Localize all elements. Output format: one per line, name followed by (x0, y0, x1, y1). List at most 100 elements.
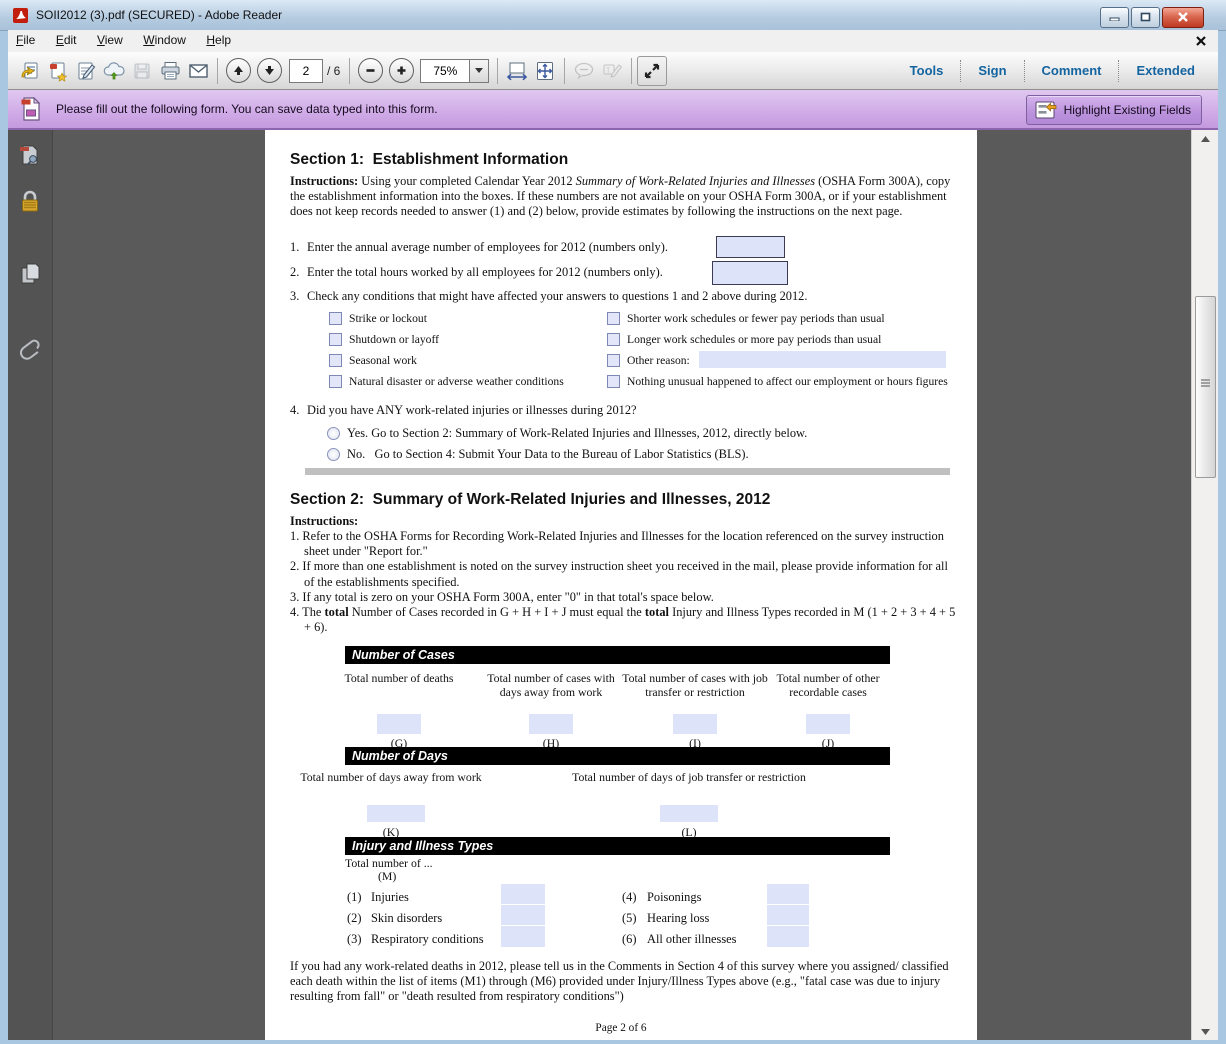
days-col-label: Total number of days of job transfer or … (569, 770, 809, 784)
next-page-button[interactable] (257, 58, 282, 83)
menu-file[interactable]: File (8, 30, 43, 50)
checkbox-label: Shorter work schedules or fewer pay peri… (627, 312, 885, 325)
type-num: (1) (347, 890, 361, 905)
checkbox-other-reason[interactable] (607, 354, 620, 367)
close-document-icon[interactable] (1194, 34, 1208, 48)
zoom-in-button[interactable] (389, 58, 414, 83)
print-icon[interactable] (156, 57, 184, 85)
scroll-up-button[interactable] (1192, 130, 1218, 147)
poisonings-input[interactable] (767, 884, 809, 905)
document-pane[interactable]: Section 1: Establishment Information Ins… (53, 130, 1192, 1040)
checkbox-nothing-unusual[interactable] (607, 375, 620, 388)
fullscreen-icon[interactable] (637, 56, 667, 86)
vertical-scrollbar[interactable] (1191, 130, 1218, 1040)
toolbar-separator (564, 58, 565, 84)
page-thumbnails-icon[interactable] (16, 142, 44, 170)
pages-icon[interactable] (16, 260, 44, 288)
checkbox-label: Strike or lockout (349, 312, 427, 325)
form-document-icon (20, 96, 42, 122)
checkbox-longer-schedules[interactable] (607, 333, 620, 346)
radio-yes[interactable] (327, 427, 340, 440)
checkbox-label: Nothing unusual happened to affect our e… (627, 375, 948, 388)
checkbox-shutdown-or-layoff[interactable] (329, 333, 342, 346)
menu-help[interactable]: Help (198, 30, 239, 50)
fill-sign-icon[interactable] (72, 57, 100, 85)
security-lock-icon[interactable] (16, 188, 44, 216)
checkbox-natural-disaster[interactable] (329, 375, 342, 388)
extended-link[interactable]: Extended (1118, 60, 1212, 82)
close-button[interactable] (1162, 7, 1204, 28)
sign-link[interactable]: Sign (960, 60, 1023, 82)
menu-bar: File Edit View Window Help (8, 30, 1218, 52)
employees-input[interactable] (716, 236, 785, 258)
scrollbar-thumb[interactable] (1195, 296, 1216, 478)
cases-col-label: Total number of cases with days away fro… (476, 671, 626, 699)
email-icon[interactable] (184, 57, 212, 85)
restore-button[interactable] (1131, 7, 1160, 28)
other-illnesses-input[interactable] (767, 926, 809, 947)
type-num: (5) (622, 911, 636, 926)
section2-instructions: 1. Refer to the OSHA Forms for Recording… (290, 529, 958, 635)
transfer-cases-input[interactable] (673, 714, 717, 734)
type-label: Skin disorders (371, 911, 442, 926)
section2-heading: Section 2: Summary of Work-Related Injur… (290, 491, 770, 509)
q4-text: Did you have ANY work-related injuries o… (307, 403, 637, 418)
hearing-loss-input[interactable] (767, 905, 809, 926)
fit-width-icon[interactable] (503, 57, 531, 85)
types-table-header: Injury and Illness Types (345, 837, 890, 855)
create-pdf-icon[interactable] (44, 57, 72, 85)
minimize-button[interactable] (1100, 7, 1129, 28)
checkbox-shorter-schedules[interactable] (607, 312, 620, 325)
section-divider (305, 468, 950, 475)
radio-yes-label: Yes. Go to Section 2: Summary of Work-Re… (347, 426, 807, 441)
skin-disorders-input[interactable] (501, 905, 545, 926)
document-area: Section 1: Establishment Information Ins… (8, 130, 1218, 1040)
toolbar-panels: Tools Sign Comment Extended (893, 52, 1212, 90)
highlight-fields-button[interactable]: Highlight Existing Fields (1026, 95, 1202, 125)
previous-page-button[interactable] (226, 58, 251, 83)
menu-edit[interactable]: Edit (48, 30, 85, 50)
radio-no[interactable] (327, 448, 340, 461)
cases-table-header: Number of Cases (345, 646, 890, 664)
menu-window[interactable]: Window (135, 30, 194, 50)
menu-view[interactable]: View (89, 30, 131, 50)
q1-text: Enter the annual average number of emplo… (307, 240, 668, 255)
other-cases-input[interactable] (806, 714, 850, 734)
cases-col-label: Total number of other recordable cases (753, 671, 903, 699)
types-letter: (M) (378, 869, 396, 883)
fit-page-icon[interactable] (531, 57, 559, 85)
cloud-upload-icon[interactable] (100, 57, 128, 85)
zoom-dropdown-button[interactable] (469, 59, 489, 83)
days-transfer-input[interactable] (660, 805, 718, 822)
hours-worked-input[interactable] (712, 261, 788, 285)
instructions-text: Using your completed Calendar Year 2012 (358, 174, 575, 188)
deaths-input[interactable] (377, 714, 421, 734)
page-number-input[interactable] (289, 59, 323, 83)
zoom-out-button[interactable] (358, 58, 383, 83)
respiratory-input[interactable] (501, 926, 545, 947)
attachments-paperclip-icon[interactable] (16, 335, 44, 363)
other-reason-input[interactable] (699, 351, 946, 368)
scroll-down-button[interactable] (1192, 1023, 1218, 1040)
checkbox-strike-or-lockout[interactable] (329, 312, 342, 325)
zoom-level-input[interactable] (420, 59, 469, 83)
highlight-fields-label: Highlight Existing Fields (1064, 103, 1191, 117)
injuries-input[interactable] (501, 884, 545, 905)
open-file-icon[interactable] (16, 57, 44, 85)
days-away-cases-input[interactable] (529, 714, 573, 734)
navigation-rail (8, 130, 53, 1040)
instructions-italic-title: Summary of Work-Related Injuries and Ill… (576, 174, 815, 188)
comment-bubble-icon (570, 57, 598, 85)
checkbox-label: Natural disaster or adverse weather cond… (349, 375, 564, 388)
type-label: Hearing loss (647, 911, 709, 926)
instruction-item: 1. Refer to the OSHA Forms for Recording… (290, 529, 958, 559)
type-num: (3) (347, 932, 361, 947)
q3-number: 3. (290, 289, 299, 304)
tools-link[interactable]: Tools (893, 60, 961, 82)
toolbar-separator (349, 58, 350, 84)
instructions-label: Instructions: (290, 174, 358, 188)
type-num: (2) (347, 911, 361, 926)
days-away-input[interactable] (367, 805, 425, 822)
checkbox-seasonal-work[interactable] (329, 354, 342, 367)
comment-link[interactable]: Comment (1024, 60, 1119, 82)
